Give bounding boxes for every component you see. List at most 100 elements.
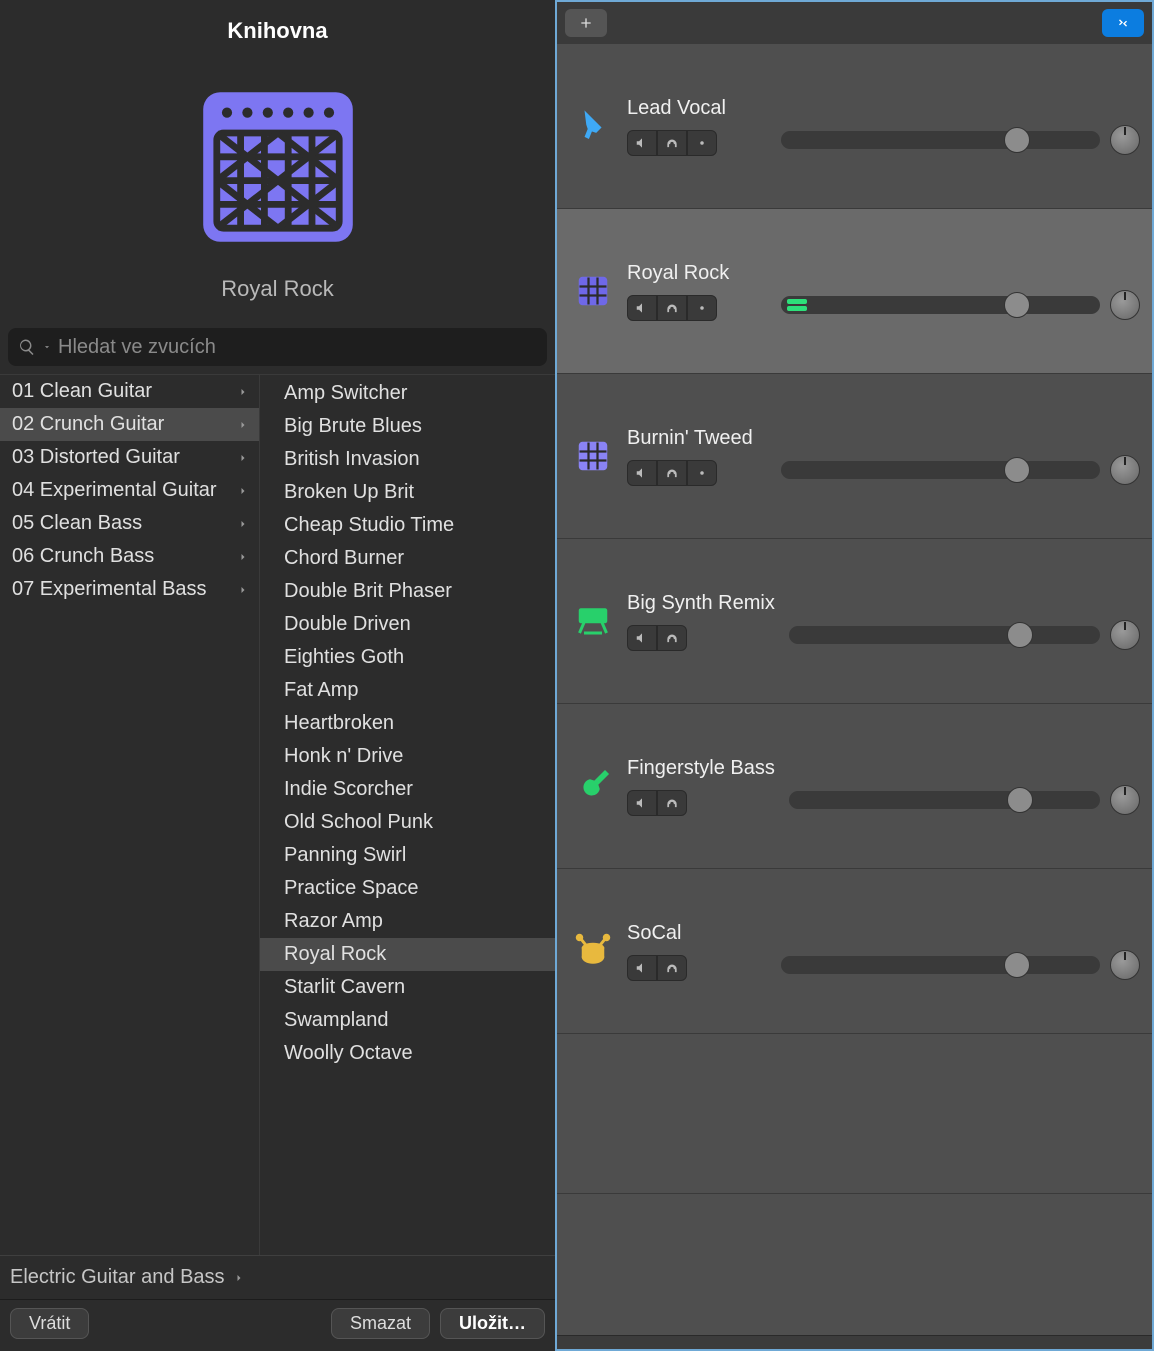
category-label: 02 Crunch Guitar: [12, 413, 164, 436]
save-button[interactable]: Uložit…: [440, 1308, 545, 1339]
search-row: Hledat ve zvucích: [0, 318, 555, 374]
preset-item[interactable]: Broken Up Brit: [260, 476, 555, 509]
volume-thumb[interactable]: [1007, 787, 1033, 813]
solo-button[interactable]: [657, 460, 687, 486]
pan-knob[interactable]: [1110, 125, 1140, 155]
search-input[interactable]: Hledat ve zvucích: [8, 328, 547, 366]
mute-icon: [635, 301, 649, 315]
preset-item[interactable]: Double Driven: [260, 608, 555, 641]
add-track-button[interactable]: [565, 9, 607, 37]
volume-slider[interactable]: [781, 296, 1100, 314]
preset-column: Amp SwitcherBig Brute BluesBritish Invas…: [260, 375, 555, 1255]
volume-thumb[interactable]: [1004, 292, 1030, 318]
pan-knob[interactable]: [1110, 785, 1140, 815]
mute-button[interactable]: [627, 460, 657, 486]
breadcrumb-label: Electric Guitar and Bass: [10, 1266, 225, 1289]
delete-button[interactable]: Smazat: [331, 1308, 430, 1339]
track-row[interactable]: Royal Rock: [557, 209, 1152, 374]
solo-button[interactable]: [657, 625, 687, 651]
track-row[interactable]: SoCal: [557, 869, 1152, 1034]
volume-slider[interactable]: [781, 956, 1100, 974]
chevron-right-icon: [237, 386, 249, 398]
preset-item[interactable]: Big Brute Blues: [260, 410, 555, 443]
track-row[interactable]: Big Synth Remix: [557, 539, 1152, 704]
preset-item[interactable]: Cheap Studio Time: [260, 509, 555, 542]
track-name: Big Synth Remix: [627, 592, 775, 615]
track-type-icon: [573, 766, 613, 806]
solo-button[interactable]: [657, 790, 687, 816]
volume-slider[interactable]: [789, 626, 1100, 644]
pan-knob[interactable]: [1110, 455, 1140, 485]
preset-item[interactable]: Swampland: [260, 1004, 555, 1037]
category-item[interactable]: 06 Crunch Bass: [0, 540, 259, 573]
pan-knob[interactable]: [1110, 950, 1140, 980]
volume-slider[interactable]: [781, 131, 1100, 149]
preset-item[interactable]: Indie Scorcher: [260, 773, 555, 806]
volume-slider[interactable]: [781, 461, 1100, 479]
mute-button[interactable]: [627, 790, 657, 816]
input-icon: [695, 301, 709, 315]
chevron-right-icon: [237, 518, 249, 530]
preset-item[interactable]: Practice Space: [260, 872, 555, 905]
input-icon: [695, 466, 709, 480]
input-monitor-button[interactable]: [687, 295, 717, 321]
preset-item[interactable]: Fat Amp: [260, 674, 555, 707]
preset-item[interactable]: Woolly Octave: [260, 1037, 555, 1070]
track-name: SoCal: [627, 922, 767, 945]
preset-item[interactable]: Royal Rock: [260, 938, 555, 971]
volume-thumb[interactable]: [1004, 952, 1030, 978]
preset-item[interactable]: Amp Switcher: [260, 377, 555, 410]
preset-item[interactable]: Heartbroken: [260, 707, 555, 740]
volume-thumb[interactable]: [1004, 457, 1030, 483]
preset-name: Royal Rock: [221, 276, 333, 302]
preset-item[interactable]: Razor Amp: [260, 905, 555, 938]
preset-item[interactable]: Honk n' Drive: [260, 740, 555, 773]
category-item[interactable]: 05 Clean Bass: [0, 507, 259, 540]
track-row[interactable]: Fingerstyle Bass: [557, 704, 1152, 869]
input-icon: [695, 136, 709, 150]
track-row[interactable]: Lead Vocal: [557, 44, 1152, 209]
preset-item[interactable]: Panning Swirl: [260, 839, 555, 872]
tracks-list: Lead Vocal Royal Rock: [557, 44, 1152, 1335]
solo-button[interactable]: [657, 130, 687, 156]
preset-hero: Royal Rock: [0, 52, 555, 318]
category-item[interactable]: 04 Experimental Guitar: [0, 474, 259, 507]
category-item[interactable]: 07 Experimental Bass: [0, 573, 259, 606]
preset-item[interactable]: Starlit Cavern: [260, 971, 555, 1004]
headphones-icon: [665, 961, 679, 975]
input-monitor-button[interactable]: [687, 460, 717, 486]
track-row[interactable]: Burnin' Tweed: [557, 374, 1152, 539]
mute-button[interactable]: [627, 130, 657, 156]
solo-button[interactable]: [657, 955, 687, 981]
preset-item[interactable]: Chord Burner: [260, 542, 555, 575]
track-type-icon: [573, 931, 613, 971]
mute-button[interactable]: [627, 295, 657, 321]
preset-item[interactable]: British Invasion: [260, 443, 555, 476]
chevron-right-icon: [233, 1272, 245, 1284]
volume-thumb[interactable]: [1004, 127, 1030, 153]
library-title: Knihovna: [0, 0, 555, 52]
category-item[interactable]: 03 Distorted Guitar: [0, 441, 259, 474]
scrollbar-horizontal[interactable]: [557, 1335, 1152, 1349]
mute-button[interactable]: [627, 955, 657, 981]
library-panel: Knihovna Royal Rock Hledat ve zvucích 01…: [0, 0, 555, 1351]
revert-button[interactable]: Vrátit: [10, 1308, 89, 1339]
volume-slider[interactable]: [789, 791, 1100, 809]
preset-item[interactable]: Eighties Goth: [260, 641, 555, 674]
pan-knob[interactable]: [1110, 290, 1140, 320]
category-item[interactable]: 01 Clean Guitar: [0, 375, 259, 408]
preset-item[interactable]: Old School Punk: [260, 806, 555, 839]
breadcrumb[interactable]: Electric Guitar and Bass: [0, 1255, 555, 1300]
mute-button[interactable]: [627, 625, 657, 651]
pan-knob[interactable]: [1110, 620, 1140, 650]
volume-thumb[interactable]: [1007, 622, 1033, 648]
preset-item[interactable]: Double Brit Phaser: [260, 575, 555, 608]
mute-icon: [635, 961, 649, 975]
solo-button[interactable]: [657, 295, 687, 321]
input-monitor-button[interactable]: [687, 130, 717, 156]
search-placeholder: Hledat ve zvucích: [58, 336, 216, 359]
category-item[interactable]: 02 Crunch Guitar: [0, 408, 259, 441]
catch-playhead-button[interactable]: [1102, 9, 1144, 37]
track-controls: [627, 460, 767, 486]
chevron-down-icon: [42, 342, 52, 352]
